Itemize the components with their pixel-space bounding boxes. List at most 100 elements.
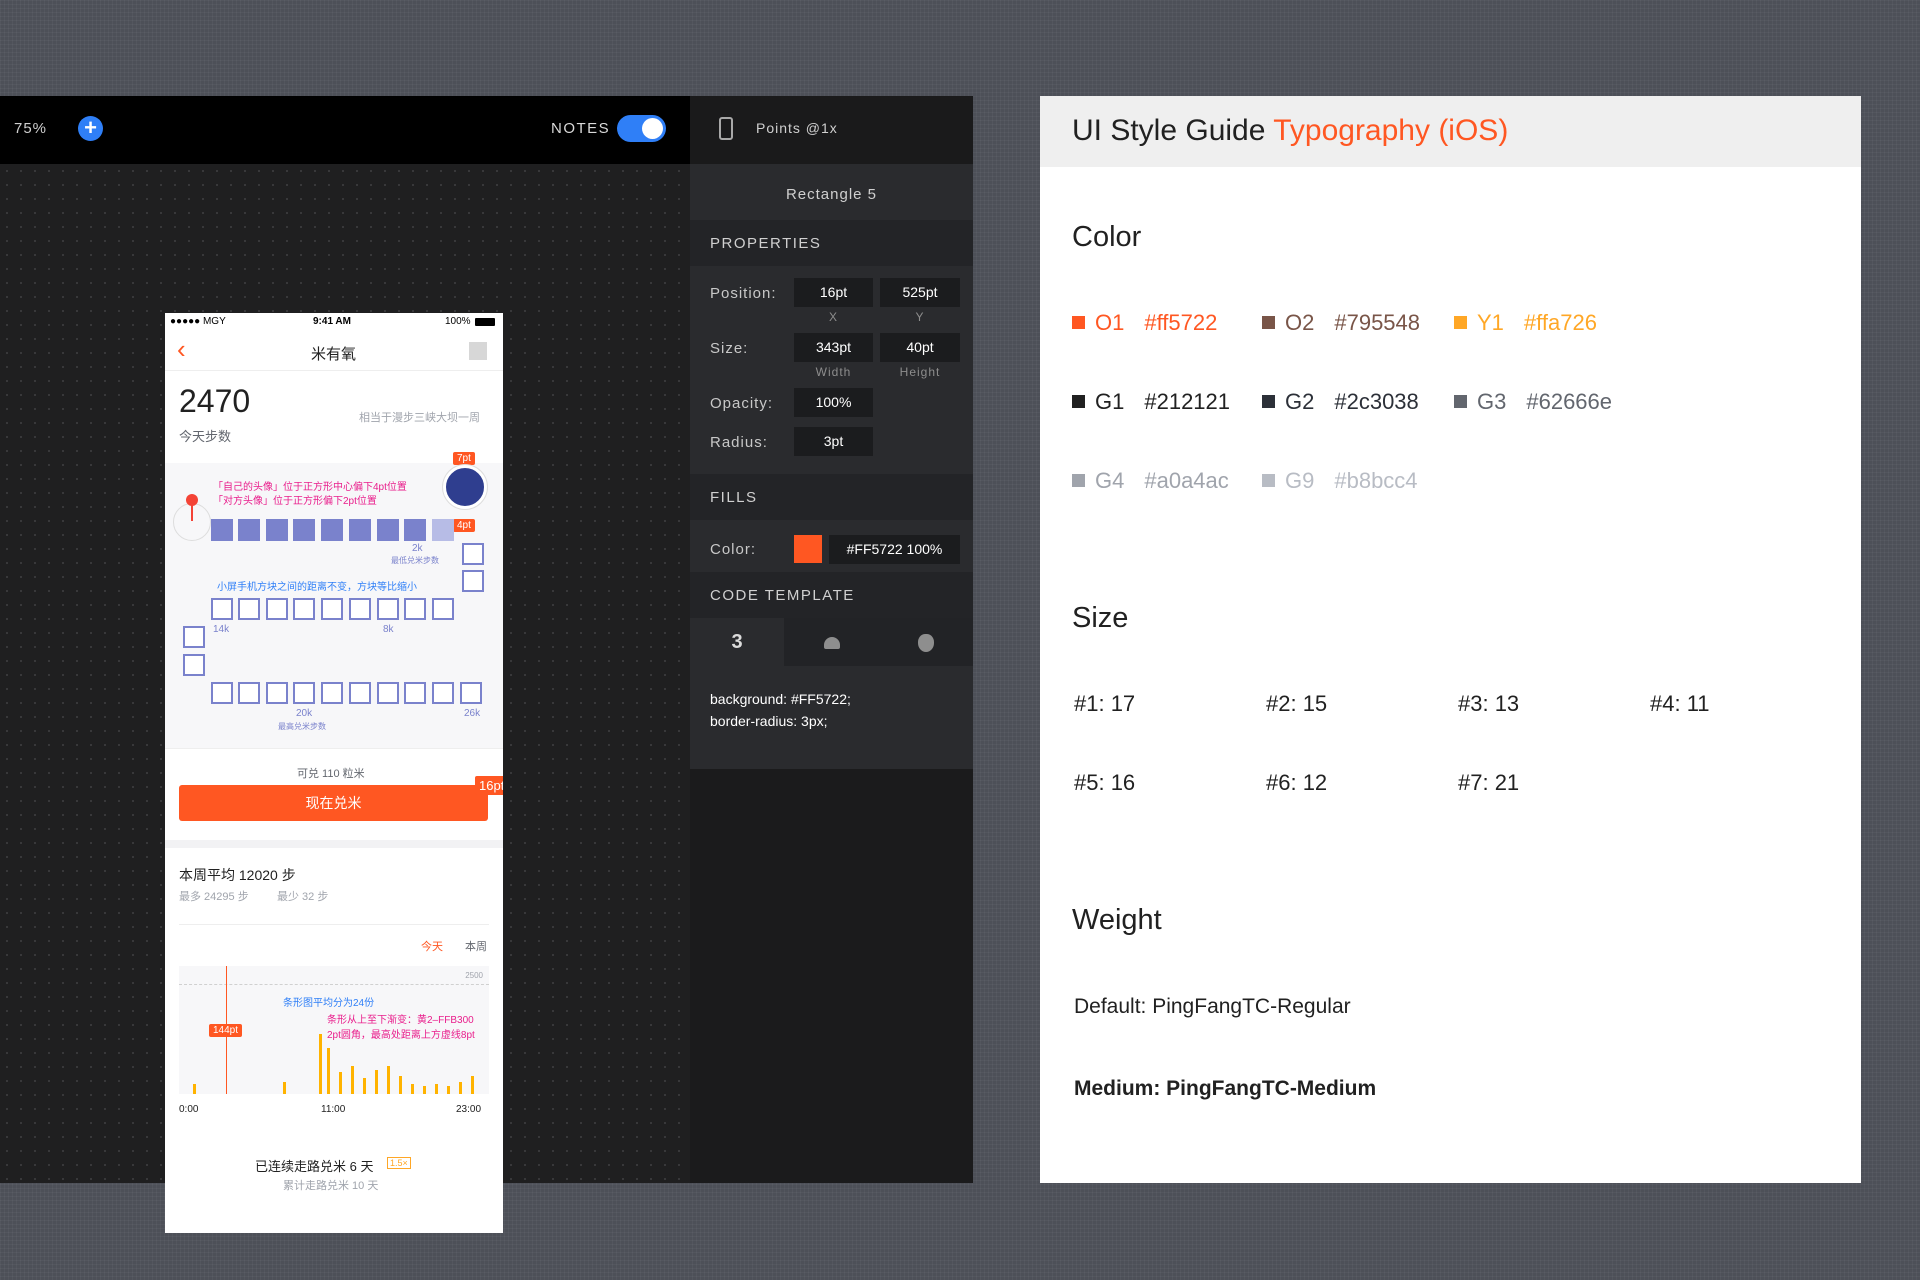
friend-avatar[interactable]	[443, 465, 487, 509]
phone-artboard[interactable]: ●●●●● MGY 9:41 AM 100% ‹ 米有氧 2470 今天步数 相…	[165, 313, 503, 1233]
step-square	[349, 682, 371, 704]
zoom-level[interactable]: 75%	[14, 120, 47, 137]
css3-icon[interactable]: 3	[690, 618, 784, 666]
notes-toggle[interactable]	[617, 115, 666, 142]
milestone-sublabel: 最高兑米步数	[278, 722, 326, 731]
android-icon[interactable]	[785, 618, 879, 666]
axis-label-mid: 11:00	[321, 1104, 346, 1115]
chart-bar	[339, 1072, 342, 1094]
size-label: Size:	[710, 340, 749, 357]
step-square	[377, 682, 399, 704]
total-text: 累计走路兑米 10 天	[283, 1180, 379, 1192]
back-icon[interactable]: ‹	[177, 336, 186, 362]
inspector-header: Points @1x	[690, 96, 973, 164]
step-square	[211, 682, 233, 704]
spacing-tag: 7pt	[453, 452, 475, 465]
annotation-note: 「自己的头像」位于正方形中心偏下4pt位置	[213, 482, 407, 493]
step-square	[321, 682, 343, 704]
size-item: #2: 15	[1266, 691, 1328, 716]
step-square	[183, 626, 205, 648]
add-button[interactable]: +	[78, 116, 103, 141]
steps-label: 今天步数	[179, 429, 232, 444]
step-square	[238, 682, 260, 704]
weekly-min: 最少 32 步	[277, 891, 329, 903]
milestone-label: 14k	[213, 624, 230, 635]
apple-icon[interactable]	[879, 618, 973, 666]
streak-badge: 1.5×	[387, 1157, 411, 1169]
chart-bar	[471, 1076, 474, 1094]
weekly-max: 最多 24295 步	[179, 891, 249, 903]
size-item: #7: 21	[1458, 770, 1520, 795]
divider	[179, 924, 489, 925]
redeem-button[interactable]: 现在兑米	[179, 785, 488, 821]
device-unit-label[interactable]: Points @1x	[756, 120, 838, 136]
status-carrier: ●●●●● MGY	[170, 316, 226, 327]
step-square	[377, 598, 399, 620]
opacity-value[interactable]: 100%	[794, 388, 873, 417]
step-square	[266, 519, 288, 541]
battery-icon	[475, 318, 495, 326]
color-swatch-g3: G3 #62666e	[1454, 389, 1612, 415]
color-swatch[interactable]	[794, 535, 822, 563]
step-square	[349, 598, 371, 620]
weight-section-title: Weight	[1072, 904, 1162, 936]
color-swatch-o2: O2 #795548	[1262, 310, 1420, 336]
tab-week[interactable]: 本周	[465, 938, 487, 954]
step-square	[404, 682, 426, 704]
chart-max-label: 2500	[465, 971, 483, 980]
spacing-tag: 4pt	[453, 519, 475, 532]
steps-count: 2470	[179, 383, 251, 419]
size-item: #5: 16	[1074, 770, 1136, 795]
inspector-panel: Points @1x Rectangle 5 PROPERTIES Positi…	[690, 96, 973, 769]
position-y-value[interactable]: 525pt	[880, 278, 960, 307]
position-y-sublabel: Y	[915, 310, 925, 324]
streak-text: 已连续走路兑米 6 天	[255, 1159, 374, 1174]
milestone-label: 8k	[383, 624, 394, 635]
step-square	[432, 519, 454, 541]
chart-bar	[351, 1066, 354, 1094]
weight-default: Default: PingFangTC-Regular	[1074, 995, 1351, 1018]
chart-bar	[387, 1066, 390, 1094]
step-square	[293, 682, 315, 704]
nav-placeholder-icon[interactable]	[469, 342, 487, 360]
step-square	[266, 598, 288, 620]
size-item: #4: 11	[1650, 691, 1710, 716]
step-square	[293, 598, 315, 620]
code-snippet[interactable]: background: #FF5722; border-radius: 3px;	[710, 688, 851, 732]
milestone-label: 2k	[412, 543, 423, 554]
chart-bar	[319, 1034, 322, 1094]
fills-header: FILLS	[690, 474, 973, 520]
step-square	[404, 598, 426, 620]
step-square	[462, 570, 484, 592]
redeem-info: 可兑 110 粒米	[297, 768, 365, 780]
radius-label: Radius:	[710, 434, 768, 451]
divider	[165, 748, 503, 749]
color-section-title: Color	[1072, 221, 1142, 253]
weekly-average: 本周平均 12020 步	[179, 867, 296, 883]
code-tabs: 3	[690, 618, 973, 666]
radius-value[interactable]: 3pt	[794, 427, 873, 456]
color-value[interactable]: #FF5722 100%	[829, 535, 960, 564]
step-square	[238, 598, 260, 620]
code-template-header: CODE TEMPLATE	[690, 572, 973, 618]
position-label: Position:	[710, 285, 777, 302]
phone-icon[interactable]	[719, 117, 733, 140]
color-swatch-y1: Y1 #ffa726	[1454, 310, 1597, 336]
guide-title-plain: UI Style Guide	[1072, 114, 1274, 147]
color-swatch-g1: G1 #212121	[1072, 389, 1230, 415]
size-width-value[interactable]: 343pt	[794, 333, 873, 362]
tab-today[interactable]: 今天	[421, 938, 443, 954]
annotation-note: 「对方头像」位于正方形偏下2pt位置	[213, 496, 377, 507]
position-x-value[interactable]: 16pt	[794, 278, 873, 307]
size-height-value[interactable]: 40pt	[880, 333, 960, 362]
color-label: Color:	[710, 541, 757, 558]
annotation-note: 2pt圆角，最高处距离上方虚线8pt	[327, 1030, 475, 1041]
step-chart: 2500 条形图平均分为24份 条形从上至下渐变：黄2–FFB300 2pt圆角…	[179, 966, 489, 1094]
step-square	[183, 654, 205, 676]
spacing-tag: 144pt	[209, 1024, 243, 1037]
milestone-sublabel: 最低兑米步数	[391, 556, 439, 565]
notes-label: NOTES	[551, 120, 611, 137]
step-square	[432, 598, 454, 620]
annotation-note: 条形从上至下渐变：黄2–FFB300	[327, 1015, 474, 1026]
size-item: #3: 13	[1458, 691, 1520, 716]
